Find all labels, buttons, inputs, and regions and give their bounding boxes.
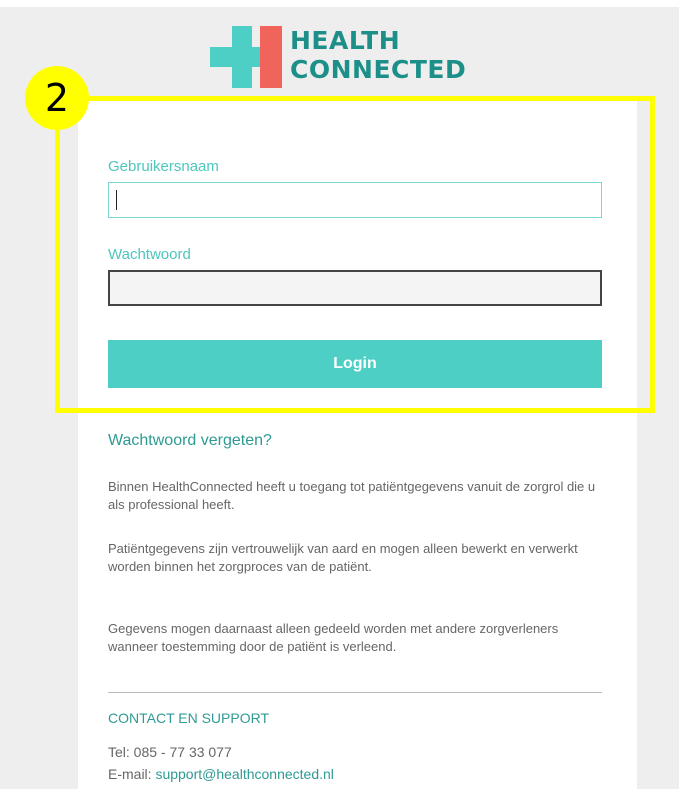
- email-label: E-mail:: [108, 766, 156, 782]
- info-paragraph-1: Binnen HealthConnected heeft u toegang t…: [108, 479, 596, 512]
- contact-email-line: E-mail: support@healthconnected.nl: [108, 766, 334, 782]
- forgot-password-link[interactable]: Wachtwoord vergeten?: [108, 432, 272, 450]
- support-email-link[interactable]: support@healthconnected.nl: [155, 766, 333, 782]
- cross-logo-icon: [210, 26, 282, 88]
- info-paragraph-2: Patiëntgegevens zijn vertrouwelijk van a…: [108, 541, 578, 574]
- logo-text: HEALTH CONNECTED: [290, 26, 466, 84]
- annotation-step-badge: 2: [25, 66, 89, 130]
- divider: [108, 692, 602, 693]
- contact-phone: Tel: 085 - 77 33 077: [108, 744, 232, 760]
- info-paragraph-3: Gegevens mogen daarnaast alleen gedeeld …: [108, 621, 559, 654]
- contact-title: CONTACT EN SUPPORT: [108, 710, 270, 726]
- logo-line-2: CONNECTED: [290, 55, 467, 84]
- healthconnected-logo: HEALTH CONNECTED: [210, 26, 510, 88]
- annotation-highlight-box: [55, 96, 655, 413]
- logo-line-1: HEALTH: [290, 26, 401, 55]
